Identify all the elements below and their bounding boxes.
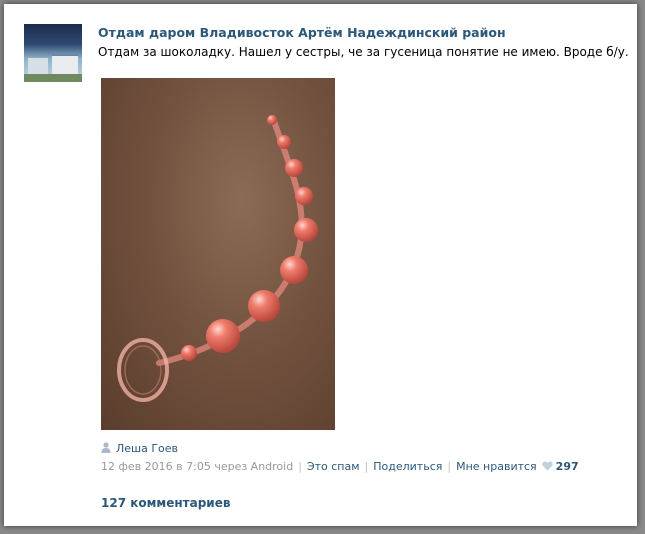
group-name-link[interactable]: Отдам даром Владивосток Артём Надеждинск…: [98, 25, 506, 40]
author-name[interactable]: Леша Гоев: [116, 442, 178, 455]
heart-icon[interactable]: [541, 461, 553, 471]
post-meta: 12 фев 2016 в 7:05 через Android | Это спа…: [101, 460, 579, 473]
wall-post: Отдам даром Владивосток Артём Надеждинск…: [14, 12, 629, 518]
post-author[interactable]: Леша Гоев: [101, 442, 178, 456]
like-button[interactable]: Мне нравится: [456, 460, 537, 473]
share-button[interactable]: Поделиться: [373, 460, 442, 473]
group-avatar[interactable]: [24, 24, 82, 82]
post-photo[interactable]: [101, 78, 335, 430]
user-icon: [101, 442, 111, 453]
screenshot-frame: Отдам даром Владивосток Артём Надеждинск…: [4, 4, 637, 526]
comments-link[interactable]: 127 комментариев: [101, 496, 230, 510]
like-count: 297: [555, 460, 579, 473]
post-date[interactable]: 12 фев 2016 в 7:05 через Android: [101, 460, 293, 473]
post-text: Отдам за шоколадку. Нашел у сестры, че з…: [98, 45, 629, 59]
spam-button[interactable]: Это спам: [307, 460, 360, 473]
photo-illustration: [117, 115, 318, 402]
